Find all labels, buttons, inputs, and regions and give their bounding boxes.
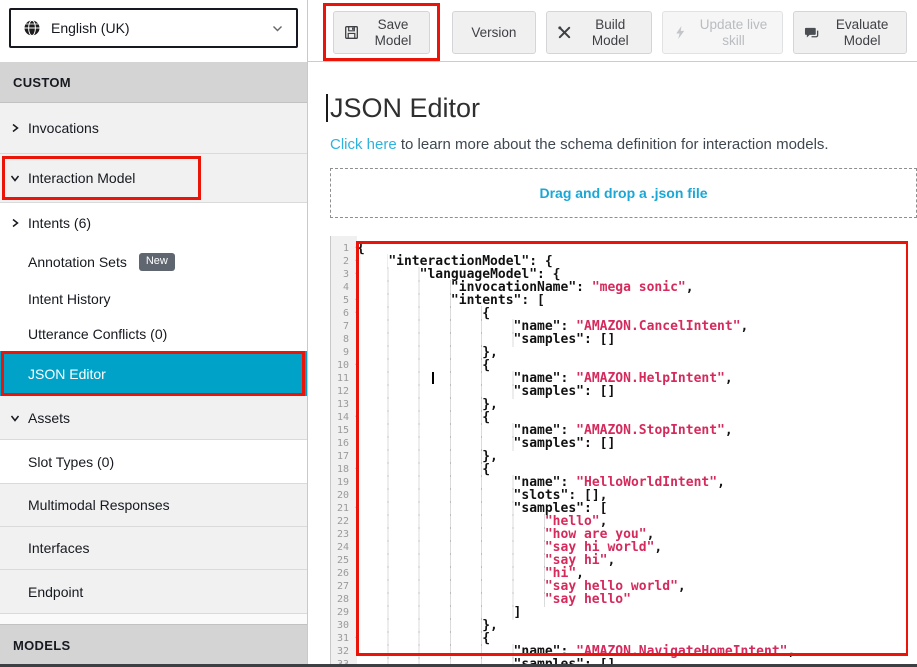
language-selector-label: English (UK) bbox=[51, 20, 261, 36]
sidebar-item-label: Invocations bbox=[28, 120, 99, 136]
gutter-cell[interactable]: 4 bbox=[331, 281, 357, 294]
sidebar-item-slot-types[interactable]: Slot Types (0) bbox=[0, 440, 307, 484]
chevron-right-icon bbox=[10, 218, 20, 228]
sidebar-item-multimodal-responses[interactable]: Multimodal Responses bbox=[0, 484, 307, 527]
gutter-cell[interactable]: 9 bbox=[331, 346, 357, 359]
sidebar-item-label: Intent History bbox=[28, 291, 110, 307]
chevron-right-icon bbox=[10, 123, 20, 133]
language-selector-area: English (UK) bbox=[0, 0, 307, 62]
save-icon bbox=[344, 25, 359, 40]
language-selector[interactable]: English (UK) bbox=[9, 8, 298, 48]
gutter-cell[interactable]: 22 bbox=[331, 515, 357, 528]
gutter-cell[interactable]: 27 bbox=[331, 580, 357, 593]
gutter-cell[interactable]: 23 bbox=[331, 528, 357, 541]
gutter-cell[interactable]: 26 bbox=[331, 567, 357, 580]
gutter-cell[interactable]: 18▾ bbox=[331, 463, 357, 476]
gutter-cell[interactable]: 21▾ bbox=[331, 502, 357, 515]
sidebar-section-models: MODELS bbox=[0, 624, 307, 666]
save-model-label: Save Model bbox=[367, 17, 419, 47]
sidebar-item-endpoint[interactable]: Endpoint bbox=[0, 570, 307, 614]
lightning-icon bbox=[673, 25, 687, 40]
sidebar-item-intent-history[interactable]: Intent History bbox=[0, 281, 307, 317]
gutter-cell[interactable]: 16 bbox=[331, 437, 357, 450]
sidebar-section-custom: CUSTOM bbox=[0, 62, 307, 103]
subtitle-rest: to learn more about the schema definitio… bbox=[397, 136, 829, 153]
sidebar-item-label: Utterance Conflicts (0) bbox=[28, 326, 167, 342]
gutter-cell[interactable]: 13 bbox=[331, 398, 357, 411]
gutter-cell[interactable]: 2▾ bbox=[331, 255, 357, 268]
gutter-cell[interactable]: 20 bbox=[331, 489, 357, 502]
json-dropzone[interactable]: Drag and drop a .json file bbox=[330, 168, 917, 218]
annotation-box-save-model: Save Model bbox=[323, 3, 440, 61]
gutter-cell[interactable]: 1▾ bbox=[331, 242, 357, 255]
chevron-down-icon bbox=[10, 173, 20, 183]
dropzone-label: Drag and drop a .json file bbox=[539, 185, 707, 201]
sidebar-item-invocations[interactable]: Invocations bbox=[0, 103, 307, 154]
gutter-cell[interactable]: 31▾ bbox=[331, 632, 357, 645]
gutter-cell[interactable]: 28 bbox=[331, 593, 357, 606]
sidebar-item-label: Multimodal Responses bbox=[28, 497, 170, 513]
main-content: JSON Editor Click here to learn more abo… bbox=[308, 62, 917, 667]
gutter-cell[interactable]: 7 bbox=[331, 320, 357, 333]
gutter-cell[interactable]: 30 bbox=[331, 619, 357, 632]
chat-icon bbox=[804, 25, 820, 40]
gutter-cell[interactable]: 29 bbox=[331, 606, 357, 619]
sidebar-item-utterance-conflicts[interactable]: Utterance Conflicts (0) bbox=[0, 317, 307, 351]
build-model-label: Build Model bbox=[580, 17, 641, 47]
gutter-cell[interactable]: 17 bbox=[331, 450, 357, 463]
save-model-button[interactable]: Save Model bbox=[333, 11, 430, 54]
evaluate-model-label: Evaluate Model bbox=[828, 17, 896, 47]
sidebar-item-label: Interfaces bbox=[28, 540, 89, 556]
update-live-skill-label: Update live skill bbox=[695, 17, 772, 47]
sidebar-item-annotation-sets[interactable]: Annotation Sets New bbox=[0, 243, 307, 281]
gutter-cell[interactable]: 14▾ bbox=[331, 411, 357, 424]
build-icon bbox=[557, 25, 572, 40]
sidebar-item-label: Annotation Sets bbox=[28, 254, 127, 270]
sidebar-item-assets[interactable]: Assets bbox=[0, 396, 307, 440]
sidebar-item-label: Endpoint bbox=[28, 584, 83, 600]
chevron-down-icon bbox=[10, 413, 20, 423]
update-live-skill-button[interactable]: Update live skill bbox=[662, 11, 783, 54]
gutter-cell[interactable]: 15 bbox=[331, 424, 357, 437]
page-title: JSON Editor bbox=[330, 92, 480, 124]
gutter-cell[interactable]: 12 bbox=[331, 385, 357, 398]
gutter-cell[interactable]: 32 bbox=[331, 645, 357, 658]
new-badge: New bbox=[139, 253, 175, 271]
gutter-cell[interactable]: 25 bbox=[331, 554, 357, 567]
sidebar-gap bbox=[0, 614, 307, 624]
globe-icon bbox=[23, 19, 41, 37]
gutter-cell[interactable]: 10▾ bbox=[331, 359, 357, 372]
gutter-cell[interactable]: 3▾ bbox=[331, 268, 357, 281]
click-here-link[interactable]: Click here bbox=[330, 136, 397, 153]
code-editor[interactable]: 1▾{2▾ "interactionModel": {3▾ "languageM… bbox=[330, 236, 908, 664]
editor-caret bbox=[432, 372, 434, 384]
sidebar-item-json-editor[interactable]: JSON Editor bbox=[0, 351, 307, 396]
gutter-cell[interactable]: 19 bbox=[331, 476, 357, 489]
sidebar-item-label: Slot Types (0) bbox=[28, 454, 114, 470]
sidebar-item-label: Assets bbox=[28, 410, 70, 426]
toolbar: Save Model Version Build Model Update li… bbox=[308, 0, 917, 62]
version-button[interactable]: Version bbox=[452, 11, 536, 54]
schema-help-text: Click here to learn more about the schem… bbox=[330, 136, 917, 153]
version-label: Version bbox=[471, 25, 516, 40]
gutter-cell[interactable]: 6▾ bbox=[331, 307, 357, 320]
sidebar: English (UK) CUSTOM Invocations Interact… bbox=[0, 0, 308, 667]
gutter-cell[interactable]: 11 bbox=[331, 372, 357, 385]
gutter-cell[interactable]: 24 bbox=[331, 541, 357, 554]
gutter-cell[interactable]: 5▾ bbox=[331, 294, 357, 307]
build-model-button[interactable]: Build Model bbox=[546, 11, 652, 54]
sidebar-item-interaction-model[interactable]: Interaction Model bbox=[0, 154, 307, 203]
sidebar-item-label: Interaction Model bbox=[28, 170, 135, 186]
chevron-down-icon bbox=[271, 22, 284, 35]
gutter-cell[interactable]: 8 bbox=[331, 333, 357, 346]
sidebar-item-intents[interactable]: Intents (6) bbox=[0, 203, 307, 243]
sidebar-item-interfaces[interactable]: Interfaces bbox=[0, 527, 307, 570]
text-cursor bbox=[326, 94, 328, 122]
sidebar-item-label: JSON Editor bbox=[28, 366, 106, 382]
evaluate-model-button[interactable]: Evaluate Model bbox=[793, 11, 907, 54]
sidebar-item-label: Intents (6) bbox=[28, 215, 91, 231]
